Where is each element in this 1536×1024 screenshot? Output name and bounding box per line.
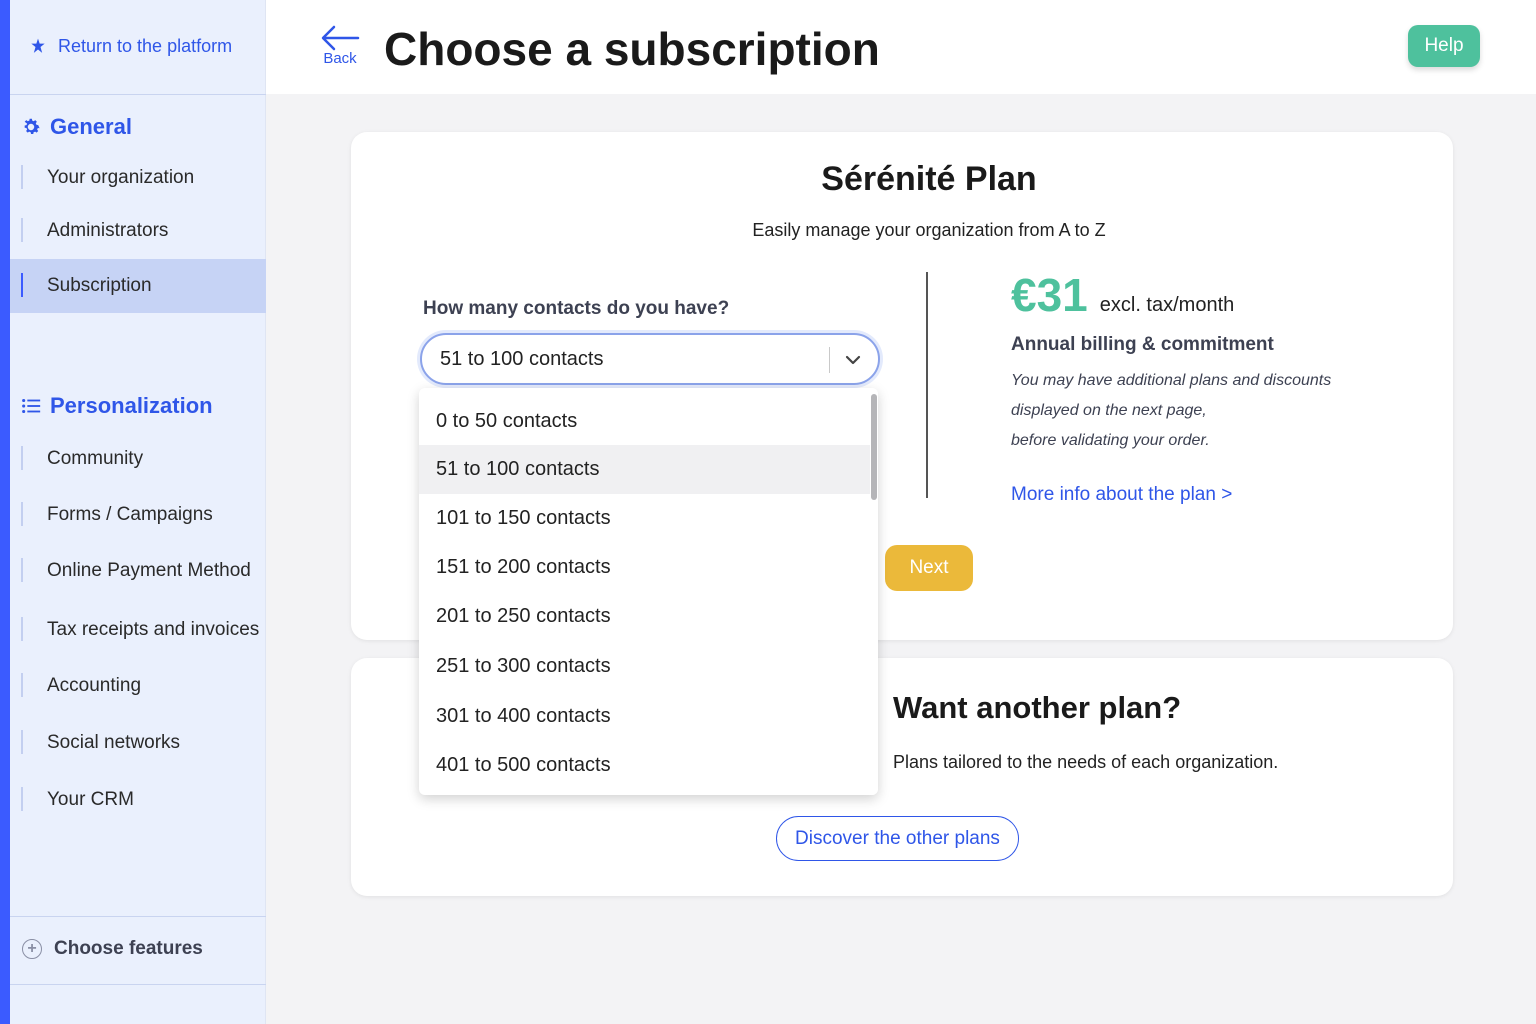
sidebar-item-label: Accounting xyxy=(47,675,142,696)
sidebar-item-tax-receipts[interactable]: Tax receipts and invoices xyxy=(10,603,266,657)
sidebar: Return to the platform General Your orga… xyxy=(0,0,266,1024)
sidebar-item-community[interactable]: Community xyxy=(10,432,266,486)
section-personalization-label: Personalization xyxy=(50,393,213,418)
dropdown-option[interactable]: 151 to 200 contacts xyxy=(419,543,870,592)
sidebar-divider xyxy=(10,984,266,985)
sidebar-item-online-payment[interactable]: Online Payment Method xyxy=(10,544,266,598)
section-personalization-title: Personalization xyxy=(20,393,213,419)
select-separator xyxy=(829,347,830,373)
contacts-dropdown-list: 0 to 50 contacts 51 to 100 contacts 101 … xyxy=(419,388,878,795)
plan-note-line: before validating your order. xyxy=(1011,432,1210,449)
billing-info: Annual billing & commitment xyxy=(1011,334,1274,355)
sidebar-divider xyxy=(10,916,266,917)
dropdown-option[interactable]: 401 to 500 contacts xyxy=(419,741,870,790)
sidebar-item-label: Tax receipts and invoices xyxy=(47,619,260,640)
contacts-question-label: How many contacts do you have? xyxy=(423,298,730,319)
section-general-title: General xyxy=(20,114,132,140)
sidebar-item-label: Online Payment Method xyxy=(47,560,251,581)
page-title: Choose a subscription xyxy=(384,23,880,75)
next-button[interactable]: Next xyxy=(885,545,973,591)
plan-note: You may have additional plans and discou… xyxy=(1011,366,1371,456)
plan-note-line: You may have additional plans and discou… xyxy=(1011,372,1332,389)
dropdown-option[interactable]: 201 to 250 contacts xyxy=(419,592,870,641)
sidebar-item-label: Your organization xyxy=(47,167,195,188)
more-info-link[interactable]: More info about the plan > xyxy=(1011,484,1232,506)
arrow-left-icon xyxy=(321,25,360,51)
contacts-select[interactable]: 51 to 100 contacts xyxy=(420,333,880,385)
help-button[interactable]: Help xyxy=(1408,25,1480,67)
vertical-divider xyxy=(926,272,928,498)
dropdown-option[interactable]: 301 to 400 contacts xyxy=(419,692,870,741)
plan-note-line: displayed on the next page, xyxy=(1011,402,1207,419)
price-unit: excl. tax/month xyxy=(1099,294,1235,316)
return-to-platform-link[interactable]: Return to the platform xyxy=(28,36,232,57)
sidebar-divider xyxy=(10,94,266,95)
other-plans-title: Want another plan? xyxy=(893,690,1182,725)
sidebar-item-label: Community xyxy=(47,448,144,469)
plan-price: €31 xyxy=(1011,269,1088,321)
other-plans-subtitle: Plans tailored to the needs of each orga… xyxy=(893,752,1279,772)
dropdown-scrollbar[interactable] xyxy=(870,388,878,795)
sidebar-item-accounting[interactable]: Accounting xyxy=(10,659,266,713)
plan-subtitle: Easily manage your organization from A t… xyxy=(752,220,1106,240)
chevron-down-icon xyxy=(845,355,861,365)
sidebar-item-administrators[interactable]: Administrators xyxy=(10,204,266,258)
page-header: Back Choose a subscription Help xyxy=(266,0,1536,94)
dropdown-option-selected[interactable]: 51 to 100 contacts xyxy=(419,445,870,494)
back-button[interactable]: Back xyxy=(318,24,362,67)
sidebar-item-label: Administrators xyxy=(47,220,169,241)
sidebar-item-your-crm[interactable]: Your CRM xyxy=(10,773,266,827)
sidebar-item-your-organization[interactable]: Your organization xyxy=(10,151,266,205)
contacts-select-value: 51 to 100 contacts xyxy=(440,347,604,370)
sidebar-item-subscription[interactable]: Subscription xyxy=(10,259,266,313)
discover-other-plans-button[interactable]: Discover the other plans xyxy=(776,816,1019,861)
sidebar-item-social-networks[interactable]: Social networks xyxy=(10,716,266,770)
choose-features-button[interactable]: + Choose features xyxy=(22,938,203,960)
gear-icon xyxy=(24,118,40,135)
dropdown-option[interactable]: 101 to 150 contacts xyxy=(419,494,870,543)
sidebar-item-label: Forms / Campaigns xyxy=(47,504,213,525)
return-link-label: Return to the platform xyxy=(58,36,233,56)
back-label: Back xyxy=(323,50,357,67)
sidebar-item-label: Subscription xyxy=(47,275,152,296)
choose-features-label: Choose features xyxy=(54,938,203,959)
list-icon xyxy=(22,398,41,414)
dropdown-option[interactable]: 0 to 50 contacts xyxy=(419,397,870,446)
sidebar-item-label: Social networks xyxy=(47,732,181,753)
sidebar-item-forms-campaigns[interactable]: Forms / Campaigns xyxy=(10,488,266,542)
price-row: €31 excl. tax/month xyxy=(1011,268,1234,322)
plus-circle-icon: + xyxy=(22,939,42,959)
dropdown-scrollbar-thumb[interactable] xyxy=(871,394,877,500)
plan-name: Sérénité Plan xyxy=(821,160,1037,198)
pin-icon xyxy=(31,38,45,53)
dropdown-option[interactable]: 251 to 300 contacts xyxy=(419,642,870,691)
section-general-label: General xyxy=(50,114,132,139)
sidebar-item-label: Your CRM xyxy=(47,789,134,810)
